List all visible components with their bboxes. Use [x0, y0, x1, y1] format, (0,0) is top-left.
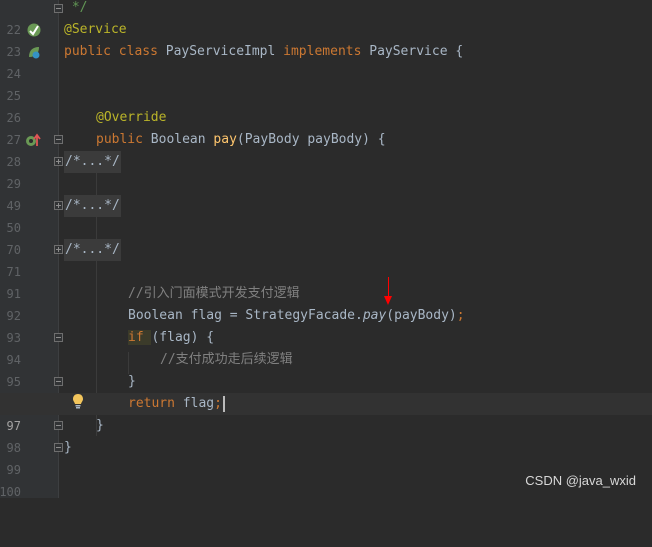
annotation: @Service: [64, 22, 127, 37]
code-line[interactable]: 96 }: [0, 371, 652, 411]
method-declaration: public Boolean pay(PayBody payBody) {: [96, 132, 386, 147]
fold-toggle[interactable]: [54, 245, 63, 254]
code-comment: //引入门面模式开发支付逻辑: [128, 286, 300, 301]
folded-comment[interactable]: /*...*/: [64, 239, 121, 261]
code-line[interactable]: 24 public class PayServiceImpl implement…: [0, 41, 652, 81]
code-line[interactable]: 50 /*...*/: [0, 195, 652, 235]
code-line[interactable]: 71 /*...*/: [0, 239, 652, 279]
code-line[interactable]: 91: [0, 261, 652, 301]
code-line[interactable]: 22 */: [0, 0, 652, 37]
code-line[interactable]: 70: [0, 217, 652, 257]
fold-toggle[interactable]: [54, 157, 63, 166]
code-line[interactable]: 28 public Boolean pay(PayBody payBody) {: [0, 129, 652, 169]
code-comment: //支付成功走后续逻辑: [160, 352, 293, 367]
if-statement: if (flag) {: [128, 330, 215, 345]
fold-toggle[interactable]: [54, 421, 63, 430]
code-text: */: [64, 0, 88, 15]
closing-brace: }: [128, 374, 136, 389]
class-declaration: public class PayServiceImpl implements P…: [64, 44, 464, 59]
implementing-method-icon[interactable]: [26, 22, 42, 38]
closing-brace: }: [96, 418, 104, 433]
code-line[interactable]: 92 //引入门面模式开发支付逻辑: [0, 283, 652, 323]
code-line[interactable]: 26: [0, 85, 652, 125]
facade-call-statement: Boolean flag = StrategyFacade.pay(payBod…: [128, 308, 465, 323]
fold-toggle[interactable]: [54, 4, 63, 13]
override-method-icon[interactable]: [25, 132, 41, 148]
folded-comment[interactable]: /*...*/: [64, 151, 121, 173]
closing-brace: }: [64, 440, 72, 455]
code-line-current[interactable]: 97 return flag;: [0, 393, 652, 433]
code-editor[interactable]: 22 */ 23 @Service 24 public class PaySer…: [0, 0, 652, 499]
fold-toggle[interactable]: [54, 201, 63, 210]
code-line[interactable]: 49: [0, 173, 652, 213]
code-line[interactable]: 27 @Override: [0, 107, 652, 147]
fold-toggle[interactable]: [54, 377, 63, 386]
fold-toggle[interactable]: [54, 333, 63, 342]
annotation: @Override: [96, 110, 167, 125]
lightbulb-icon[interactable]: [72, 393, 84, 409]
code-line[interactable]: 98 }: [0, 415, 652, 455]
text-caret: [222, 395, 225, 412]
code-line[interactable]: 29 /*...*/: [0, 151, 652, 191]
code-line[interactable]: 25: [0, 63, 652, 103]
watermark: CSDN @java_wxid: [525, 473, 636, 488]
return-statement: return flag;: [128, 393, 225, 415]
code-line[interactable]: 94 if (flag) {: [0, 327, 652, 367]
code-line[interactable]: 23 @Service: [0, 19, 652, 59]
code-line[interactable]: 95 //支付成功走后续逻辑: [0, 349, 652, 389]
folded-comment[interactable]: /*...*/: [64, 195, 121, 217]
fold-toggle[interactable]: [54, 443, 63, 452]
line-number: 100: [0, 485, 21, 499]
fold-toggle[interactable]: [54, 135, 63, 144]
code-line[interactable]: 99 }: [0, 437, 652, 477]
spring-bean-icon[interactable]: [26, 44, 42, 60]
code-line[interactable]: 93 Boolean flag = StrategyFacade.pay(pay…: [0, 305, 652, 345]
red-arrow-head: [384, 296, 392, 305]
